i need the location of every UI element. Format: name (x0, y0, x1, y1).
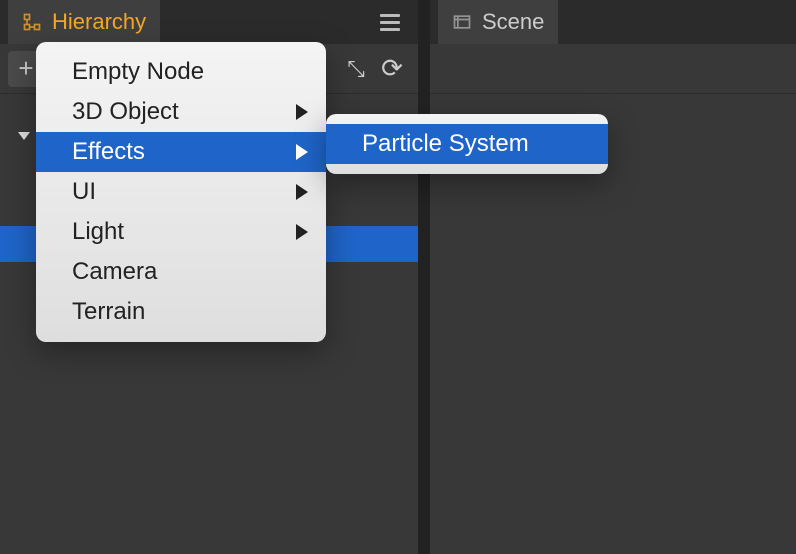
menu-item-label: 3D Object (72, 98, 179, 126)
hierarchy-icon (22, 12, 42, 32)
scene-icon (452, 12, 472, 32)
plus-icon: + (18, 53, 33, 84)
menu-item-effects[interactable]: Effects (36, 132, 326, 172)
menu-item-label: Particle System (362, 130, 529, 158)
menu-item-empty-node[interactable]: Empty Node (36, 52, 326, 92)
collapse-icon: ⤡ (347, 56, 365, 82)
menu-item-particle-system[interactable]: Particle System (326, 124, 608, 164)
menu-item-label: Empty Node (72, 58, 204, 86)
menu-item-label: Light (72, 218, 124, 246)
menu-item-light[interactable]: Light (36, 212, 326, 252)
create-context-menu: Empty Node 3D Object Effects UI Light Ca… (36, 42, 326, 342)
hierarchy-tab-row: Hierarchy (0, 0, 418, 44)
menu-item-camera[interactable]: Camera (36, 252, 326, 292)
scene-toolbar (430, 44, 796, 94)
scene-tab[interactable]: Scene (438, 0, 558, 44)
scene-tab-row: Scene (430, 0, 796, 44)
menu-item-ui[interactable]: UI (36, 172, 326, 212)
chevron-right-icon (296, 104, 308, 120)
hierarchy-menu-icon[interactable] (370, 4, 410, 41)
menu-item-label: Camera (72, 258, 157, 286)
refresh-button[interactable]: ⟳ (374, 51, 410, 87)
refresh-icon: ⟳ (381, 53, 403, 84)
menu-item-label: Effects (72, 138, 145, 166)
menu-item-3d-object[interactable]: 3D Object (36, 92, 326, 132)
hierarchy-tab-label: Hierarchy (52, 9, 146, 35)
menu-item-terrain[interactable]: Terrain (36, 292, 326, 332)
menu-item-label: Terrain (72, 298, 145, 326)
panel-separator[interactable] (420, 0, 430, 554)
collapse-button[interactable]: ⤡ (338, 51, 374, 87)
effects-submenu: Particle System (326, 114, 608, 174)
chevron-right-icon (296, 144, 308, 160)
chevron-down-icon (18, 132, 30, 140)
hierarchy-tab[interactable]: Hierarchy (8, 0, 160, 44)
scene-tab-label: Scene (482, 9, 544, 35)
chevron-right-icon (296, 224, 308, 240)
chevron-right-icon (296, 184, 308, 200)
menu-item-label: UI (72, 178, 96, 206)
scene-panel: Scene (430, 0, 796, 554)
